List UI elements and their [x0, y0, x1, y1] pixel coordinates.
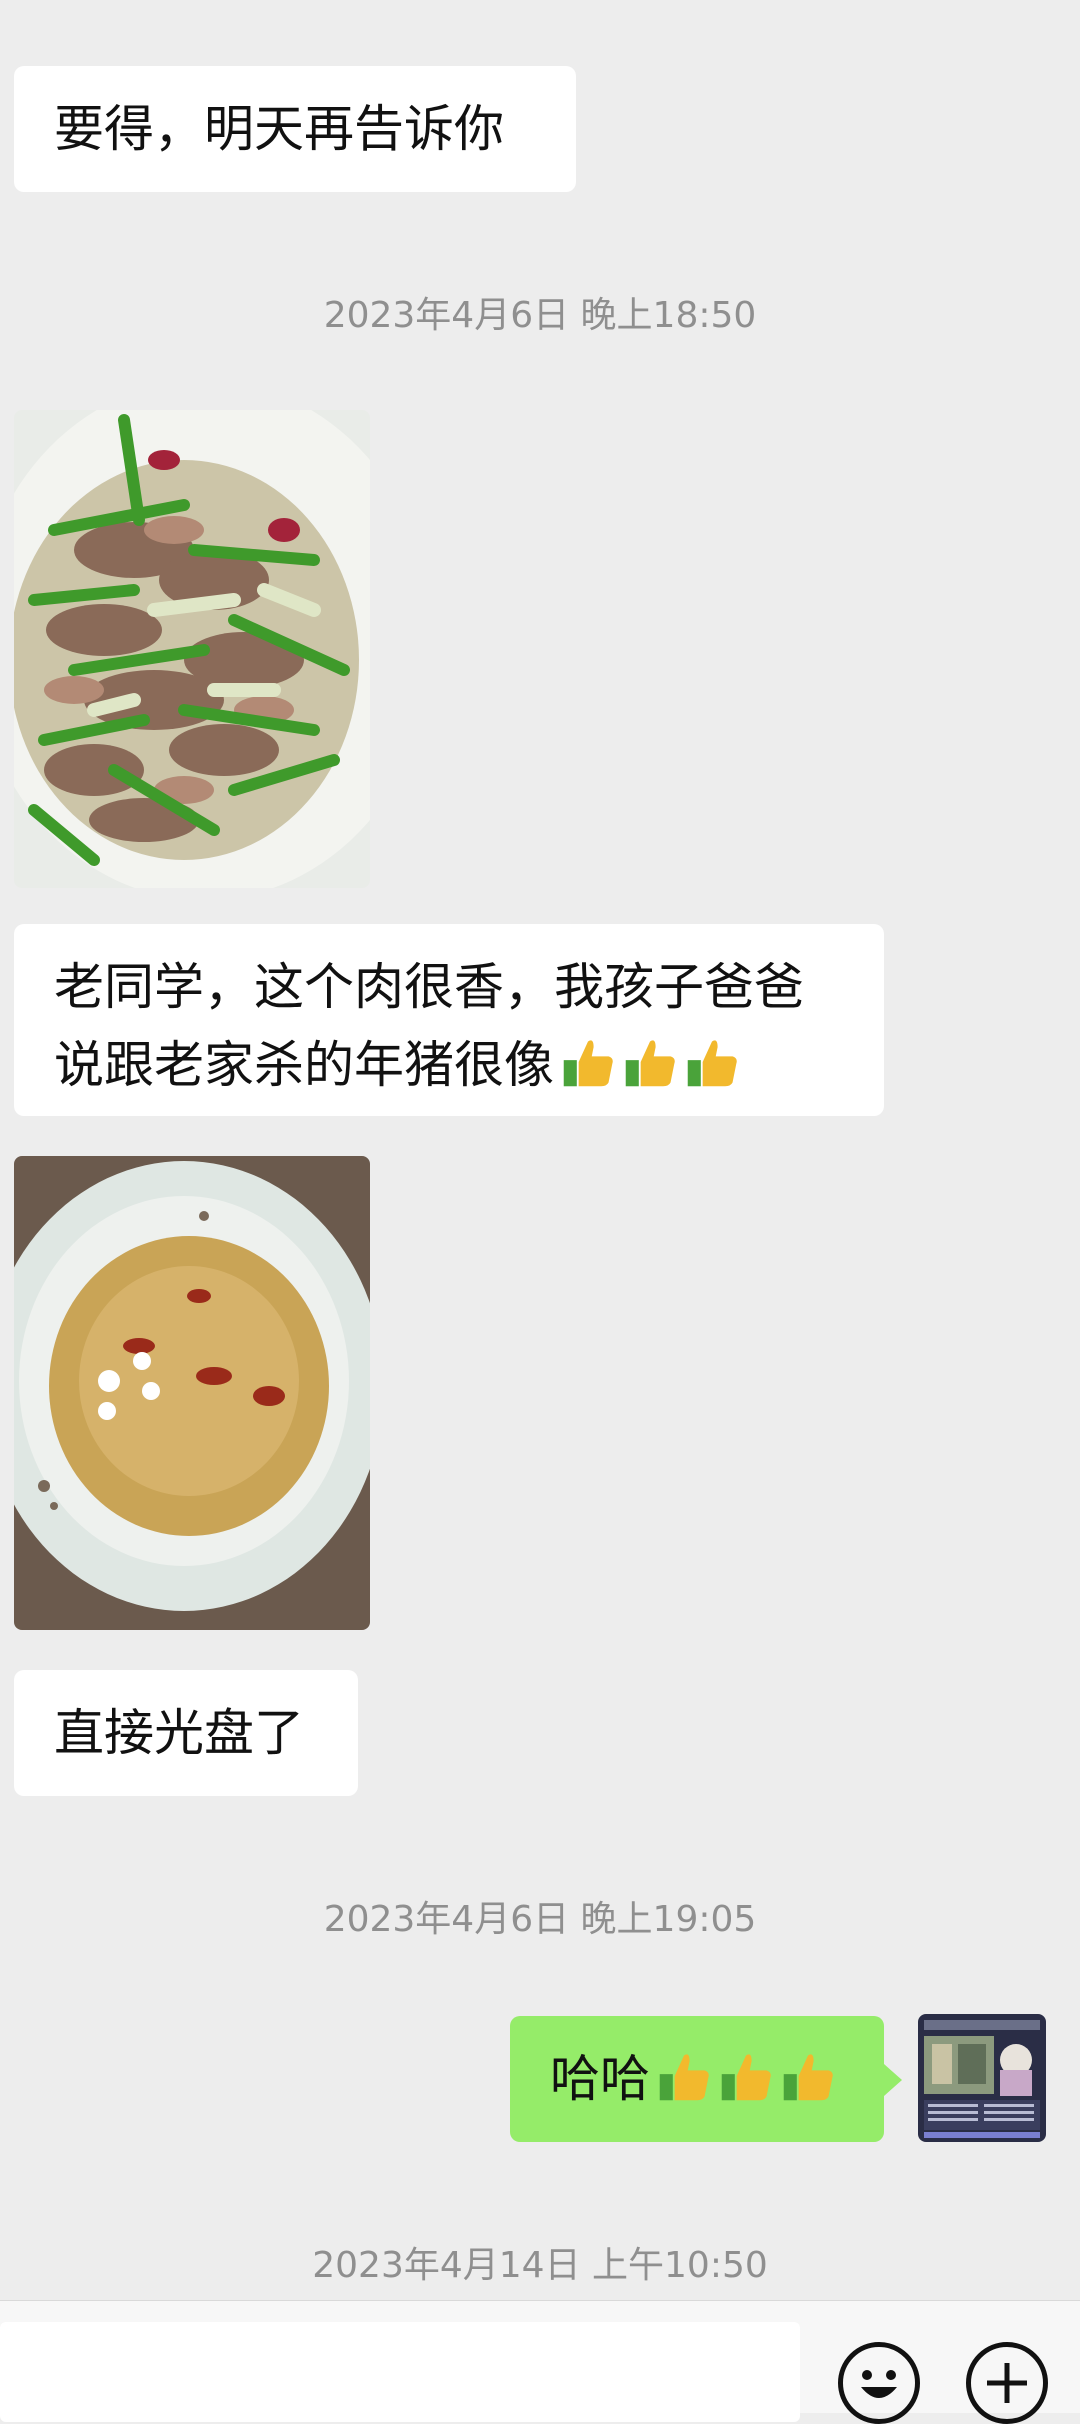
emoji-icon: [861, 2370, 897, 2398]
message-bubble-outgoing[interactable]: 哈哈: [510, 2016, 902, 2142]
timestamp: 2023年4月6日 晚上19:05: [323, 1899, 757, 1940]
empty-plate-image: [14, 1156, 370, 1630]
food-photo-empty-plate[interactable]: [14, 1156, 370, 1630]
message-bubble-incoming[interactable]: 直接光盘了: [14, 1670, 358, 1796]
timestamp: 2023年4月6日 晚上18:50: [323, 295, 757, 336]
message-text-line-1: 老同学，这个肉很香，我孩子爸爸: [54, 958, 804, 1016]
plus-icon: [987, 2363, 1027, 2403]
stir-fry-image: [14, 410, 370, 888]
avatar[interactable]: [918, 2014, 1046, 2142]
thumbs-up-icon: [721, 2054, 771, 2101]
food-photo-stir-fry[interactable]: [14, 410, 370, 888]
thumbs-up-icon: [563, 1040, 613, 1087]
message-bubble-incoming[interactable]: 要得，明天再告诉你: [14, 66, 576, 192]
thumbs-up-icon: [687, 1040, 737, 1087]
message-bubble-incoming[interactable]: 老同学，这个肉很香，我孩子爸爸 说跟老家杀的年猪很像: [14, 924, 884, 1116]
timestamp: 2023年4月14日 上午10:50: [312, 2245, 768, 2286]
thumbs-up-icon: [783, 2054, 833, 2101]
message-input[interactable]: [0, 2322, 800, 2422]
thumbs-up-icon: [659, 2054, 709, 2101]
message-text-line-2: 说跟老家杀的年猪很像: [54, 1026, 844, 1104]
thumbs-up-icon: [625, 1040, 675, 1087]
avatar-image: [918, 2014, 1046, 2142]
message-text: 哈哈: [550, 2050, 650, 2108]
message-text: 直接光盘了: [54, 1704, 304, 1762]
message-text: 要得，明天再告诉你: [54, 100, 504, 158]
